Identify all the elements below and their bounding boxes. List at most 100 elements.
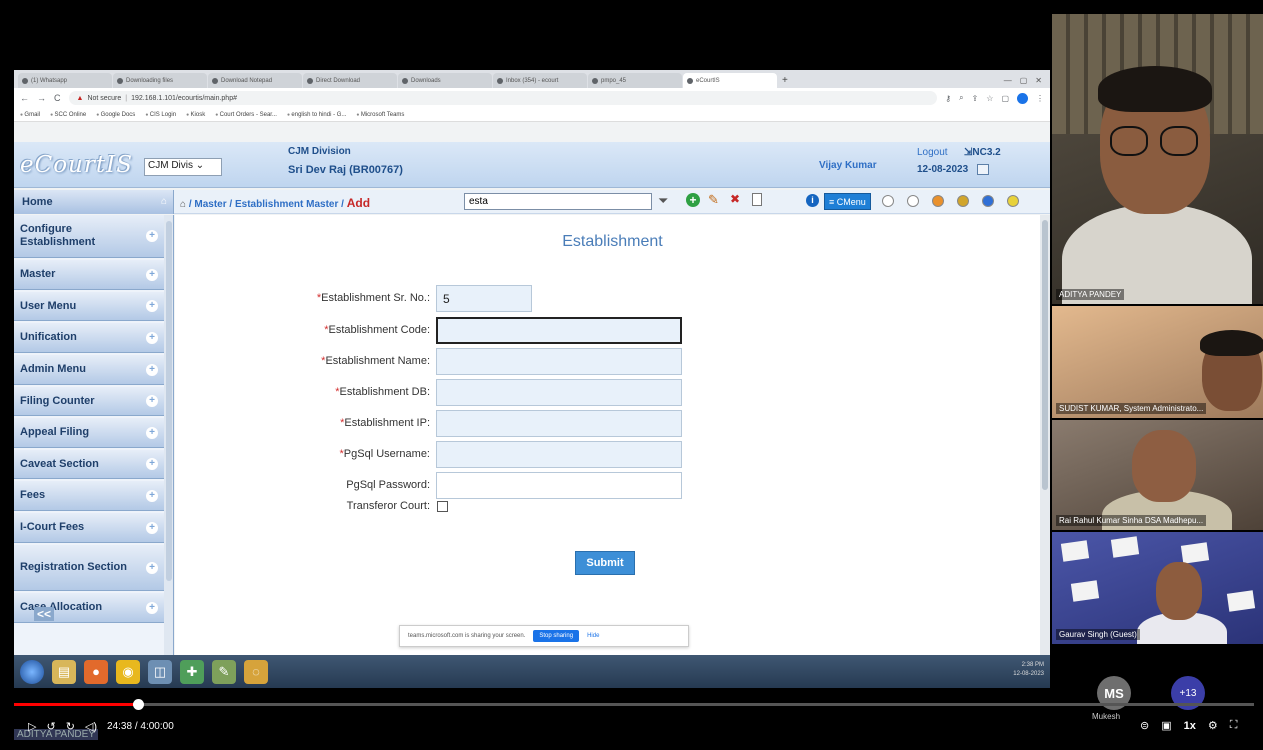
establishment-field-input[interactable] bbox=[436, 441, 682, 468]
browser-tab[interactable]: Inbox (354) - ecourt bbox=[493, 73, 587, 88]
collapse-sidebar-button[interactable]: << bbox=[34, 607, 55, 621]
bookmark-item[interactable]: Court Orders - Sear... bbox=[215, 112, 277, 118]
fullscreen-icon[interactable]: ⛶ bbox=[1230, 719, 1238, 732]
kebab-menu-icon[interactable]: ⋮ bbox=[1036, 94, 1044, 103]
establishment-field-input[interactable] bbox=[436, 317, 682, 344]
logout-link[interactable]: Logout bbox=[917, 147, 948, 158]
sidebar-item[interactable]: Admin Menu + bbox=[14, 355, 164, 385]
minimize-icon[interactable]: — bbox=[1004, 76, 1012, 85]
filter-icon[interactable]: ⏷ bbox=[658, 193, 668, 209]
home-tab[interactable]: Home ⌂ bbox=[14, 190, 174, 214]
reload-icon[interactable]: C bbox=[54, 93, 61, 103]
sidebar-item[interactable]: Appeal Filing + bbox=[14, 418, 164, 448]
maximize-icon[interactable]: ▢ bbox=[1020, 76, 1028, 85]
forward-icon[interactable]: → bbox=[37, 93, 46, 103]
expand-icon[interactable]: + bbox=[146, 489, 158, 502]
expand-icon[interactable]: + bbox=[146, 363, 158, 376]
browser-tab[interactable]: Direct Download bbox=[303, 73, 397, 88]
hide-banner-link[interactable]: Hide bbox=[587, 633, 599, 639]
sidebar-item[interactable]: Filing Counter + bbox=[14, 387, 164, 416]
sidebar-item[interactable]: I-Court Fees + bbox=[14, 513, 164, 543]
video-progress-bar[interactable] bbox=[14, 703, 1254, 706]
forward-icon[interactable]: ↻ bbox=[66, 720, 75, 733]
expand-icon[interactable]: + bbox=[146, 300, 158, 312]
tool-icon[interactable]: ✚ bbox=[180, 659, 204, 684]
delete-icon[interactable]: ✖ bbox=[730, 192, 740, 206]
add-icon[interactable]: + bbox=[686, 193, 700, 207]
expand-icon[interactable]: + bbox=[146, 331, 158, 344]
start-button[interactable] bbox=[20, 659, 44, 684]
document-icon[interactable] bbox=[752, 193, 762, 206]
bookmark-item[interactable]: SCC Online bbox=[50, 112, 87, 118]
editor-icon[interactable]: ✎ bbox=[212, 659, 236, 684]
settings-icon[interactable]: ⚙ bbox=[1208, 719, 1218, 732]
expand-icon[interactable]: + bbox=[146, 521, 158, 534]
chrome-icon[interactable]: ◉ bbox=[116, 659, 140, 684]
expand-icon[interactable]: + bbox=[146, 230, 158, 242]
establishment-field-input[interactable] bbox=[436, 285, 532, 312]
browser-tab[interactable]: Downloads bbox=[398, 73, 492, 88]
edit-icon[interactable]: ✎ bbox=[708, 192, 719, 208]
bookmark-item[interactable]: english to hindi - G... bbox=[287, 112, 346, 118]
theme-color-dot[interactable] bbox=[932, 195, 944, 207]
sidebar-scrollbar-thumb[interactable] bbox=[166, 221, 172, 581]
bookmark-item[interactable]: Google Docs bbox=[96, 112, 136, 118]
sidebar-item[interactable]: Configure Establishment + bbox=[14, 215, 164, 258]
cmenu-button[interactable]: ≡ CMenu bbox=[824, 193, 871, 210]
breadcrumb-section[interactable]: Establishment Master bbox=[235, 199, 338, 210]
playback-speed[interactable]: 1x bbox=[1184, 720, 1196, 732]
zoom-icon[interactable]: ⌕ bbox=[959, 93, 963, 103]
tab-icon[interactable]: ▢ bbox=[1001, 94, 1009, 103]
bookmark-item[interactable]: CIS Login bbox=[145, 112, 176, 118]
expand-icon[interactable]: + bbox=[146, 268, 158, 281]
bookmark-item[interactable]: Kiosk bbox=[186, 112, 206, 118]
new-tab-icon[interactable]: + bbox=[782, 73, 788, 88]
expand-icon[interactable]: + bbox=[146, 395, 158, 407]
browser-tab[interactable]: eCourtIS bbox=[683, 73, 777, 88]
captions-icon[interactable]: ⊜ bbox=[1140, 719, 1149, 732]
participant-tile[interactable]: Gaurav Singh (Guest) bbox=[1052, 532, 1263, 644]
volume-icon[interactable]: ◁) bbox=[85, 720, 97, 733]
expand-icon[interactable]: + bbox=[146, 426, 158, 439]
stop-sharing-button[interactable]: Stop sharing bbox=[533, 630, 580, 642]
sidebar-item[interactable]: Unification + bbox=[14, 323, 164, 353]
transferor-court-checkbox[interactable] bbox=[437, 501, 448, 512]
establishment-field-input[interactable] bbox=[436, 472, 682, 499]
browser-tab[interactable]: Downloading files bbox=[113, 73, 207, 88]
theme-color-dot[interactable] bbox=[982, 195, 994, 207]
star-icon[interactable]: ☆ bbox=[986, 94, 993, 103]
expand-icon[interactable]: + bbox=[146, 601, 158, 614]
sidebar-item[interactable]: Caveat Section + bbox=[14, 450, 164, 479]
sidebar-item[interactable]: Fees + bbox=[14, 481, 164, 511]
folder-icon[interactable]: ◌ bbox=[244, 659, 268, 684]
play-icon[interactable]: ▷ bbox=[28, 720, 36, 733]
participant-tile[interactable]: SUDIST KUMAR, System Administrato... bbox=[1052, 306, 1263, 418]
back-icon[interactable]: ← bbox=[20, 93, 29, 103]
browser-tab[interactable]: (1) Whatsapp bbox=[18, 73, 112, 88]
expand-icon[interactable]: + bbox=[146, 561, 158, 574]
url-field[interactable]: ▲ Not secure | 192.168.1.101/ecourtis/ma… bbox=[68, 91, 938, 105]
menu-search-input[interactable] bbox=[464, 193, 652, 210]
submit-button[interactable]: Submit bbox=[575, 551, 635, 575]
theme-color-dot[interactable] bbox=[907, 195, 919, 207]
bookmark-item[interactable]: Gmail bbox=[20, 112, 40, 118]
bookmark-item[interactable]: Microsoft Teams bbox=[356, 112, 405, 118]
close-icon[interactable]: ✕ bbox=[1035, 76, 1042, 85]
theme-color-dot[interactable] bbox=[882, 195, 894, 207]
participant-tile[interactable]: Rai Rahul Kumar Sinha DSA Madhepu... bbox=[1052, 420, 1263, 530]
app-icon[interactable]: ◫ bbox=[148, 659, 172, 684]
firefox-icon[interactable]: ● bbox=[84, 659, 108, 684]
rewind-icon[interactable]: ↺ bbox=[46, 720, 55, 733]
theme-color-dot[interactable] bbox=[957, 195, 969, 207]
info-icon[interactable]: i bbox=[806, 194, 819, 207]
subtitles-icon[interactable]: ▣ bbox=[1161, 719, 1171, 732]
sidebar-item[interactable]: User Menu + bbox=[14, 292, 164, 321]
division-select[interactable]: CJM Divis ⌄ bbox=[144, 158, 222, 176]
browser-tab[interactable]: pmpo_45 bbox=[588, 73, 682, 88]
video-scrubber-handle[interactable] bbox=[133, 699, 144, 710]
expand-icon[interactable]: + bbox=[146, 458, 158, 470]
sidebar-item[interactable]: Master + bbox=[14, 260, 164, 290]
establishment-field-input[interactable] bbox=[436, 348, 682, 375]
breadcrumb-master[interactable]: Master bbox=[194, 199, 226, 210]
calendar-icon[interactable] bbox=[977, 164, 989, 175]
